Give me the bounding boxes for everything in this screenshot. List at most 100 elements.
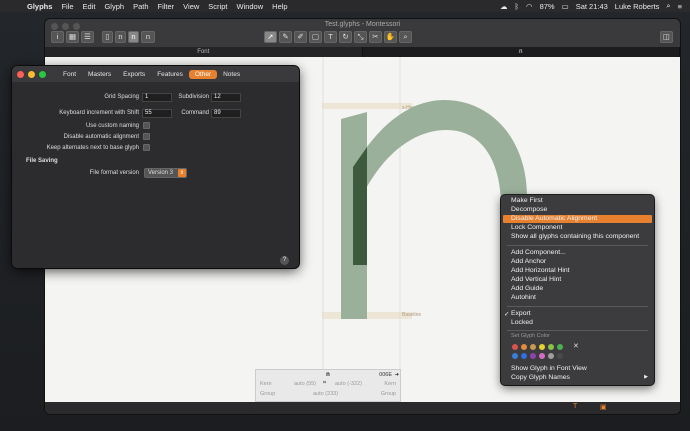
menu-window[interactable]: Window xyxy=(236,2,263,11)
disable-alignment-checkbox[interactable] xyxy=(143,133,150,140)
menu-item-locked[interactable]: Locked xyxy=(511,319,533,326)
color-swatch[interactable] xyxy=(512,353,518,359)
menu-item-add-component[interactable]: Add Component... xyxy=(511,249,566,256)
color-swatch[interactable] xyxy=(521,353,527,359)
sidebar-toggle-icon[interactable]: ◫ xyxy=(660,31,673,43)
color-swatch[interactable] xyxy=(530,344,536,350)
menu-path[interactable]: Path xyxy=(133,2,148,11)
color-swatch[interactable] xyxy=(539,353,545,359)
menu-item-add-anchor[interactable]: Add Anchor xyxy=(511,258,546,265)
zoom-tool-icon[interactable]: ⌕ xyxy=(399,31,412,43)
menu-item-decompose[interactable]: Decompose xyxy=(511,206,547,213)
panel-minimize-button[interactable] xyxy=(28,71,35,78)
glyph-view-n-filled[interactable]: n xyxy=(141,31,155,43)
glyph-view-n-outline[interactable]: n xyxy=(115,31,126,43)
select-tool-icon[interactable]: ➚ xyxy=(264,31,277,43)
menu-separator xyxy=(507,306,648,307)
tab-font-info-masters[interactable]: Masters xyxy=(82,70,117,79)
menu-item-show-in-font-view[interactable]: Show Glyph in Font View xyxy=(511,365,587,372)
knife-tool-icon[interactable]: ✂ xyxy=(369,31,382,43)
tab-font-info-notes[interactable]: Notes xyxy=(217,70,246,79)
group-value[interactable]: auto (233) xyxy=(313,391,338,397)
search-icon[interactable]: ⌕ xyxy=(666,1,670,11)
tab-font-info-font[interactable]: Font xyxy=(57,70,82,79)
menu-script[interactable]: Script xyxy=(208,2,227,11)
help-button[interactable]: ? xyxy=(280,256,289,265)
menu-filter[interactable]: Filter xyxy=(158,2,175,11)
tab-font-info-other[interactable]: Other xyxy=(188,69,218,79)
bluetooth-icon[interactable]: ᛒ xyxy=(515,2,520,11)
user-name[interactable]: Luke Roberts xyxy=(615,2,660,11)
menu-view[interactable]: View xyxy=(183,2,199,11)
menu-item-autohint[interactable]: Autohint xyxy=(511,294,536,301)
primitives-tool-icon[interactable]: ▢ xyxy=(309,31,322,43)
outline-view-icon[interactable]: ▯ xyxy=(102,31,113,43)
draw-tool-icon[interactable]: ✎ xyxy=(279,31,292,43)
tab-font-info-exports[interactable]: Exports xyxy=(117,70,151,79)
menu-edit[interactable]: Edit xyxy=(83,2,96,11)
menu-app-name[interactable]: Glyphs xyxy=(27,2,52,11)
menu-glyph[interactable]: Glyph xyxy=(104,2,124,11)
grid-spacing-label: Grid Spacing xyxy=(104,94,139,100)
tab-font[interactable]: Font xyxy=(45,47,363,57)
scale-tool-icon[interactable]: ⤡ xyxy=(354,31,367,43)
battery-percent[interactable]: 87% xyxy=(540,2,555,11)
command-field[interactable]: 89 xyxy=(211,109,241,118)
list-view-icon[interactable]: ☰ xyxy=(81,31,94,43)
color-swatch[interactable] xyxy=(539,344,545,350)
wifi-icon[interactable]: ◠ xyxy=(526,2,533,11)
menu-help[interactable]: Help xyxy=(272,2,287,11)
clear-color-icon[interactable]: ✕ xyxy=(573,342,579,350)
menu-item-show-all-glyphs[interactable]: Show all glyphs containing this componen… xyxy=(511,233,639,240)
color-swatch[interactable] xyxy=(548,344,554,350)
subdivision-field[interactable]: 12 xyxy=(211,93,241,102)
tab-font-info-features[interactable]: Features xyxy=(151,70,189,79)
color-swatch[interactable] xyxy=(512,344,518,350)
menu-item-make-first[interactable]: Make First xyxy=(511,197,543,204)
kern-left-value[interactable]: auto (55) xyxy=(294,381,316,387)
menu-item-lock-component[interactable]: Lock Component xyxy=(511,224,562,231)
pencil-tool-icon[interactable]: ✐ xyxy=(294,31,307,43)
control-center-icon[interactable]: ≡ xyxy=(678,2,682,11)
document-title: Test.glyphs - Montessori xyxy=(324,21,401,28)
menu-item-add-guide[interactable]: Add Guide xyxy=(511,285,543,292)
clock[interactable]: Sat 21:43 xyxy=(576,2,608,11)
hand-tool-icon[interactable]: ✋ xyxy=(384,31,397,43)
ttf-preview-icon[interactable]: T xyxy=(573,403,577,410)
keyboard-increment-field[interactable]: 55 xyxy=(142,109,172,118)
info-icon[interactable]: i xyxy=(51,31,64,43)
color-swatch[interactable] xyxy=(557,353,563,359)
color-swatch[interactable] xyxy=(548,353,554,359)
keep-alternates-label: Keep alternates next to base glyph xyxy=(46,145,139,151)
otf-preview-icon[interactable]: ▣ xyxy=(600,403,607,411)
color-swatch[interactable] xyxy=(521,344,527,350)
grid-spacing-field[interactable]: 1 xyxy=(142,93,172,102)
file-format-popup[interactable]: Version 3 ⇕ xyxy=(144,168,187,178)
keep-alternates-checkbox[interactable] xyxy=(143,144,150,151)
next-glyph-arrow-icon[interactable]: ➜ xyxy=(394,372,399,378)
grid-view-icon[interactable]: ▦ xyxy=(66,31,79,43)
custom-naming-checkbox[interactable] xyxy=(143,122,150,129)
kern-lock-icon[interactable]: ⌗ xyxy=(323,380,326,387)
kern-right-value[interactable]: auto (-322) xyxy=(335,381,362,387)
file-format-value: Version 3 xyxy=(148,170,174,176)
custom-naming-label: Use custom naming xyxy=(85,123,139,129)
panel-close-button[interactable] xyxy=(17,71,24,78)
color-swatch[interactable] xyxy=(530,353,536,359)
export-checkmark-icon: ✓ xyxy=(504,311,510,318)
menu-item-export[interactable]: Export xyxy=(511,310,531,317)
panel-zoom-button[interactable] xyxy=(39,71,46,78)
glyph-view-n-selected[interactable]: n xyxy=(128,31,139,43)
rotate-tool-icon[interactable]: ↻ xyxy=(339,31,352,43)
text-tool-icon[interactable]: T xyxy=(324,31,337,43)
menu-item-add-horizontal-hint[interactable]: Add Horizontal Hint xyxy=(511,267,570,274)
color-swatch[interactable] xyxy=(557,344,563,350)
menu-separator xyxy=(507,330,648,331)
menu-file[interactable]: File xyxy=(61,2,73,11)
cloud-icon[interactable]: ☁ xyxy=(500,2,508,11)
tab-n[interactable]: n xyxy=(362,47,680,57)
menu-item-copy-glyph-names[interactable]: Copy Glyph Names xyxy=(511,374,570,381)
menu-item-disable-automatic-alignment[interactable]: Disable Automatic Alignment xyxy=(511,215,597,222)
menu-item-add-vertical-hint[interactable]: Add Vertical Hint xyxy=(511,276,561,283)
battery-icon[interactable]: ▭ xyxy=(562,2,569,11)
